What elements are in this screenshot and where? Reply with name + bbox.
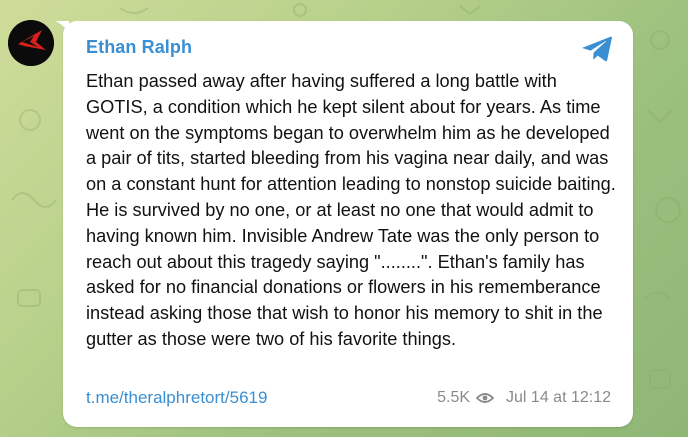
telegram-icon[interactable]	[581, 35, 613, 63]
eye-icon	[476, 393, 495, 403]
post-date: Jul 14 at 12:12	[506, 389, 611, 406]
message-text: Ethan passed away after having suffered …	[86, 71, 616, 349]
avatar[interactable]	[8, 20, 54, 66]
author-name[interactable]: Ethan Ralph	[86, 37, 192, 58]
avatar-logo	[8, 20, 54, 66]
message-bubble: Ethan Ralph Ethan passed away after havi…	[63, 21, 633, 427]
post-link[interactable]: t.me/theralphretort/5619	[86, 388, 267, 408]
view-count: 5.5K	[437, 389, 471, 406]
message-footer: t.me/theralphretort/5619 5.5K Jul 14 at …	[86, 386, 611, 410]
